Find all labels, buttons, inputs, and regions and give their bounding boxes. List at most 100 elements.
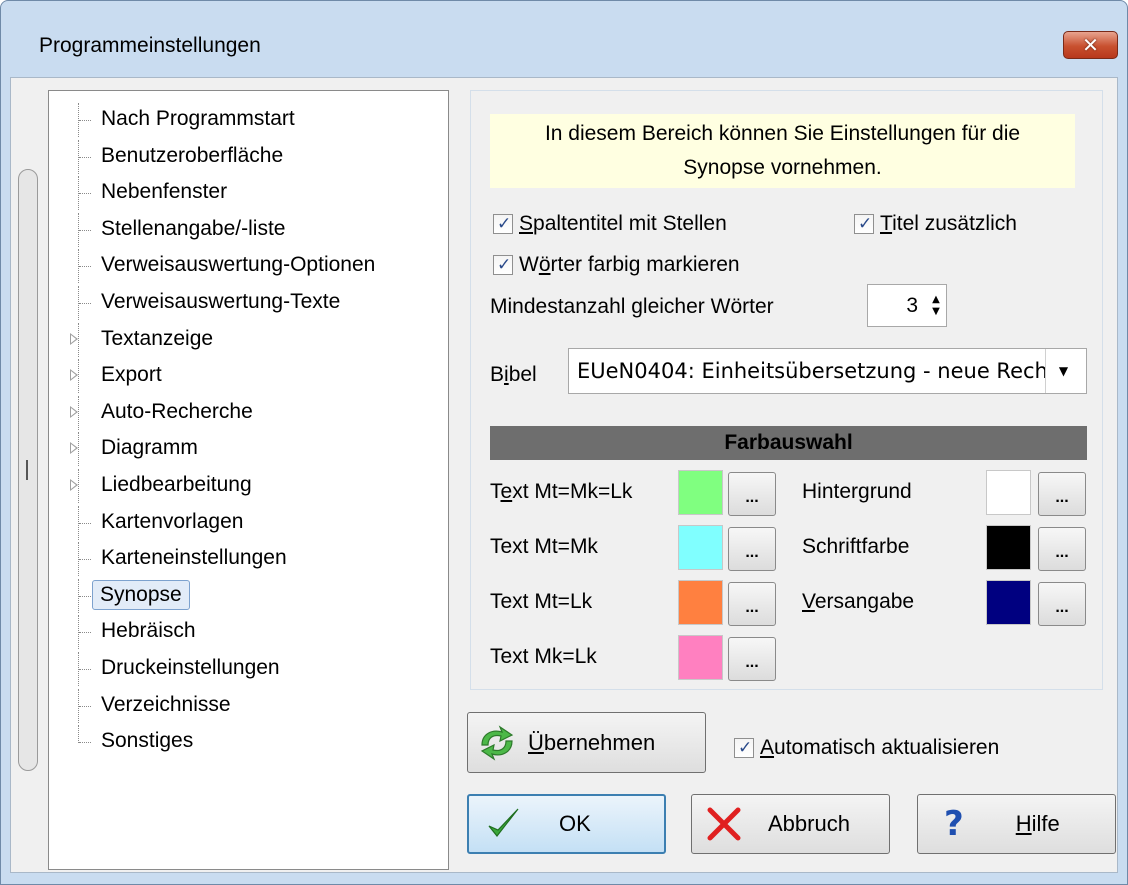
woerter-label: Wörter farbig markieren [519,253,740,276]
tree-item-label[interactable]: Sonstiges [97,728,197,754]
tree-item-label[interactable]: Nach Programmstart [97,106,299,132]
tree-item-label[interactable]: Auto-Recherche [97,399,257,425]
abbruch-button[interactable]: Abbruch [691,794,890,854]
woerter-checkbox[interactable]: ✓ [493,255,513,275]
tree-item[interactable]: Synopse [49,578,448,613]
color-picker-button[interactable]: ... [1038,582,1086,626]
ok-button[interactable]: OK [467,794,666,854]
tree-item[interactable]: Verweisauswertung-Optionen [49,249,448,284]
uebernehmen-button[interactable]: Übernehmen [467,712,706,773]
min-words-spinner[interactable]: 3 ▲ ▼ [867,284,947,327]
help-icon: ? [944,804,964,844]
tree-connector [78,432,79,467]
tree-item[interactable]: Hebräisch [49,615,448,650]
color-swatch [678,525,723,570]
tree-item-label[interactable]: Hebräisch [97,618,200,644]
color-label: Text Mt=Mk [490,535,598,558]
color-label: Versangabe [802,590,915,613]
tree-item[interactable]: Export [49,359,448,394]
spaltentitel-checkbox[interactable]: ✓ [493,214,513,234]
hilfe-label: Hilfe [1015,811,1060,836]
color-swatch [678,635,723,680]
expand-arrow-icon[interactable] [70,479,78,491]
titel-checkbox-row[interactable]: ✓ Titel zusätzlich [854,212,1017,236]
tree-item-label[interactable]: Export [97,362,166,388]
tree-item-label[interactable]: Karteneinstellungen [97,545,291,571]
color-swatch [678,470,723,515]
close-button[interactable]: ✕ [1063,31,1118,59]
auto-update-checkbox-row[interactable]: ✓ Automatisch aktualisieren [734,736,999,760]
tree-item-label[interactable]: Textanzeige [97,326,217,352]
tree-item[interactable]: Textanzeige [49,322,448,357]
spin-down-icon[interactable]: ▼ [932,306,940,318]
tree-item-label[interactable]: Verzeichnisse [97,692,235,718]
spin-up-icon[interactable]: ▲ [932,294,940,306]
expand-arrow-icon[interactable] [70,442,78,455]
window-title: Programmeinstellungen [39,34,261,57]
dropdown-arrow-icon[interactable]: ▼ [1045,349,1081,393]
auto-update-checkbox[interactable]: ✓ [734,738,754,758]
tree-item-label[interactable]: Verweisauswertung-Texte [97,289,344,315]
tree-item[interactable]: Benutzeroberfläche [49,139,448,174]
auto-update-label: Automatisch aktualisieren [760,736,1000,759]
expand-arrow-icon[interactable] [70,332,78,345]
tree-item-label[interactable]: Kartenvorlagen [97,509,247,535]
tree-branch [79,559,91,561]
tree-item[interactable]: Verweisauswertung-Texte [49,286,448,320]
tree-item[interactable]: Auto-Recherche [49,395,448,430]
tree-item[interactable]: Diagramm [49,432,448,467]
tree-branch [79,742,91,744]
ok-label: OK [559,811,591,836]
close-icon: ✕ [1082,33,1099,57]
color-picker-button[interactable]: ... [728,637,776,681]
abbruch-label: Abbruch [768,811,850,836]
tree-item-label[interactable]: Verweisauswertung-Optionen [97,252,379,278]
color-picker-button[interactable]: ... [728,527,776,571]
hilfe-button[interactable]: ? Hilfe [917,794,1116,854]
color-label: Schriftfarbe [802,535,910,558]
title-bar[interactable]: Programmeinstellungen ✕ [1,1,1127,87]
tree-item[interactable]: Stellenangabe/-liste [49,212,448,247]
tree-item-label[interactable]: Synopse [92,579,190,610]
tree-branch [79,156,91,158]
color-swatch [986,470,1031,515]
color-picker-button[interactable]: ... [1038,527,1086,571]
tree-item[interactable]: Liedbearbeitung [49,469,448,503]
scrollbar-thumb[interactable] [18,169,38,771]
expand-arrow-icon[interactable] [70,405,78,418]
splitter-scrollbar[interactable] [17,89,41,779]
farbauswahl-header: Farbauswahl [490,426,1087,460]
color-picker-button[interactable]: ... [728,582,776,626]
tree-item-label[interactable]: Druckeinstellungen [97,655,284,681]
tree-item[interactable]: Verzeichnisse [49,688,448,723]
tree-item-label[interactable]: Benutzeroberfläche [97,143,287,169]
spaltentitel-checkbox-row[interactable]: ✓ Spaltentitel mit Stellen [493,212,727,236]
spaltentitel-label: Spaltentitel mit Stellen [519,212,727,235]
titel-checkbox[interactable]: ✓ [854,214,874,234]
color-label: Text Mk=Lk [490,645,597,668]
checkmark-icon: ✓ [738,738,753,758]
tree-item[interactable]: Druckeinstellungen [49,652,448,686]
color-picker-button[interactable]: ... [1038,472,1086,516]
tree-connector [78,725,79,744]
tree-item[interactable]: Nebenfenster [49,176,448,211]
tree-item-label[interactable]: Liedbearbeitung [97,472,256,498]
tree-item-label[interactable]: Diagramm [97,435,202,461]
tree-branch [79,266,91,268]
min-words-value[interactable]: 3 [906,294,918,318]
woerter-checkbox-row[interactable]: ✓ Wörter farbig markieren [493,253,740,277]
spinner-arrows[interactable]: ▲ ▼ [926,285,946,326]
tree-item[interactable]: Karteneinstellungen [49,542,448,577]
tree-item[interactable]: Nach Programmstart [49,103,448,137]
color-picker-button[interactable]: ... [728,472,776,516]
titel-label: Titel zusätzlich [880,212,1017,235]
tree-item[interactable]: Sonstiges [49,725,448,759]
bibel-dropdown[interactable]: EUeN0404: Einheitsübersetzung - neue Rec… [568,348,1087,394]
bibel-selected-value: EUeN0404: Einheitsübersetzung - neue Rec… [577,359,1045,383]
tree-item[interactable]: Kartenvorlagen [49,505,448,540]
tree-item-label[interactable]: Stellenangabe/-liste [97,216,289,242]
color-swatch [678,580,723,625]
checkmark-icon: ✓ [497,214,512,234]
expand-arrow-icon[interactable] [70,369,78,382]
tree-item-label[interactable]: Nebenfenster [97,179,231,205]
